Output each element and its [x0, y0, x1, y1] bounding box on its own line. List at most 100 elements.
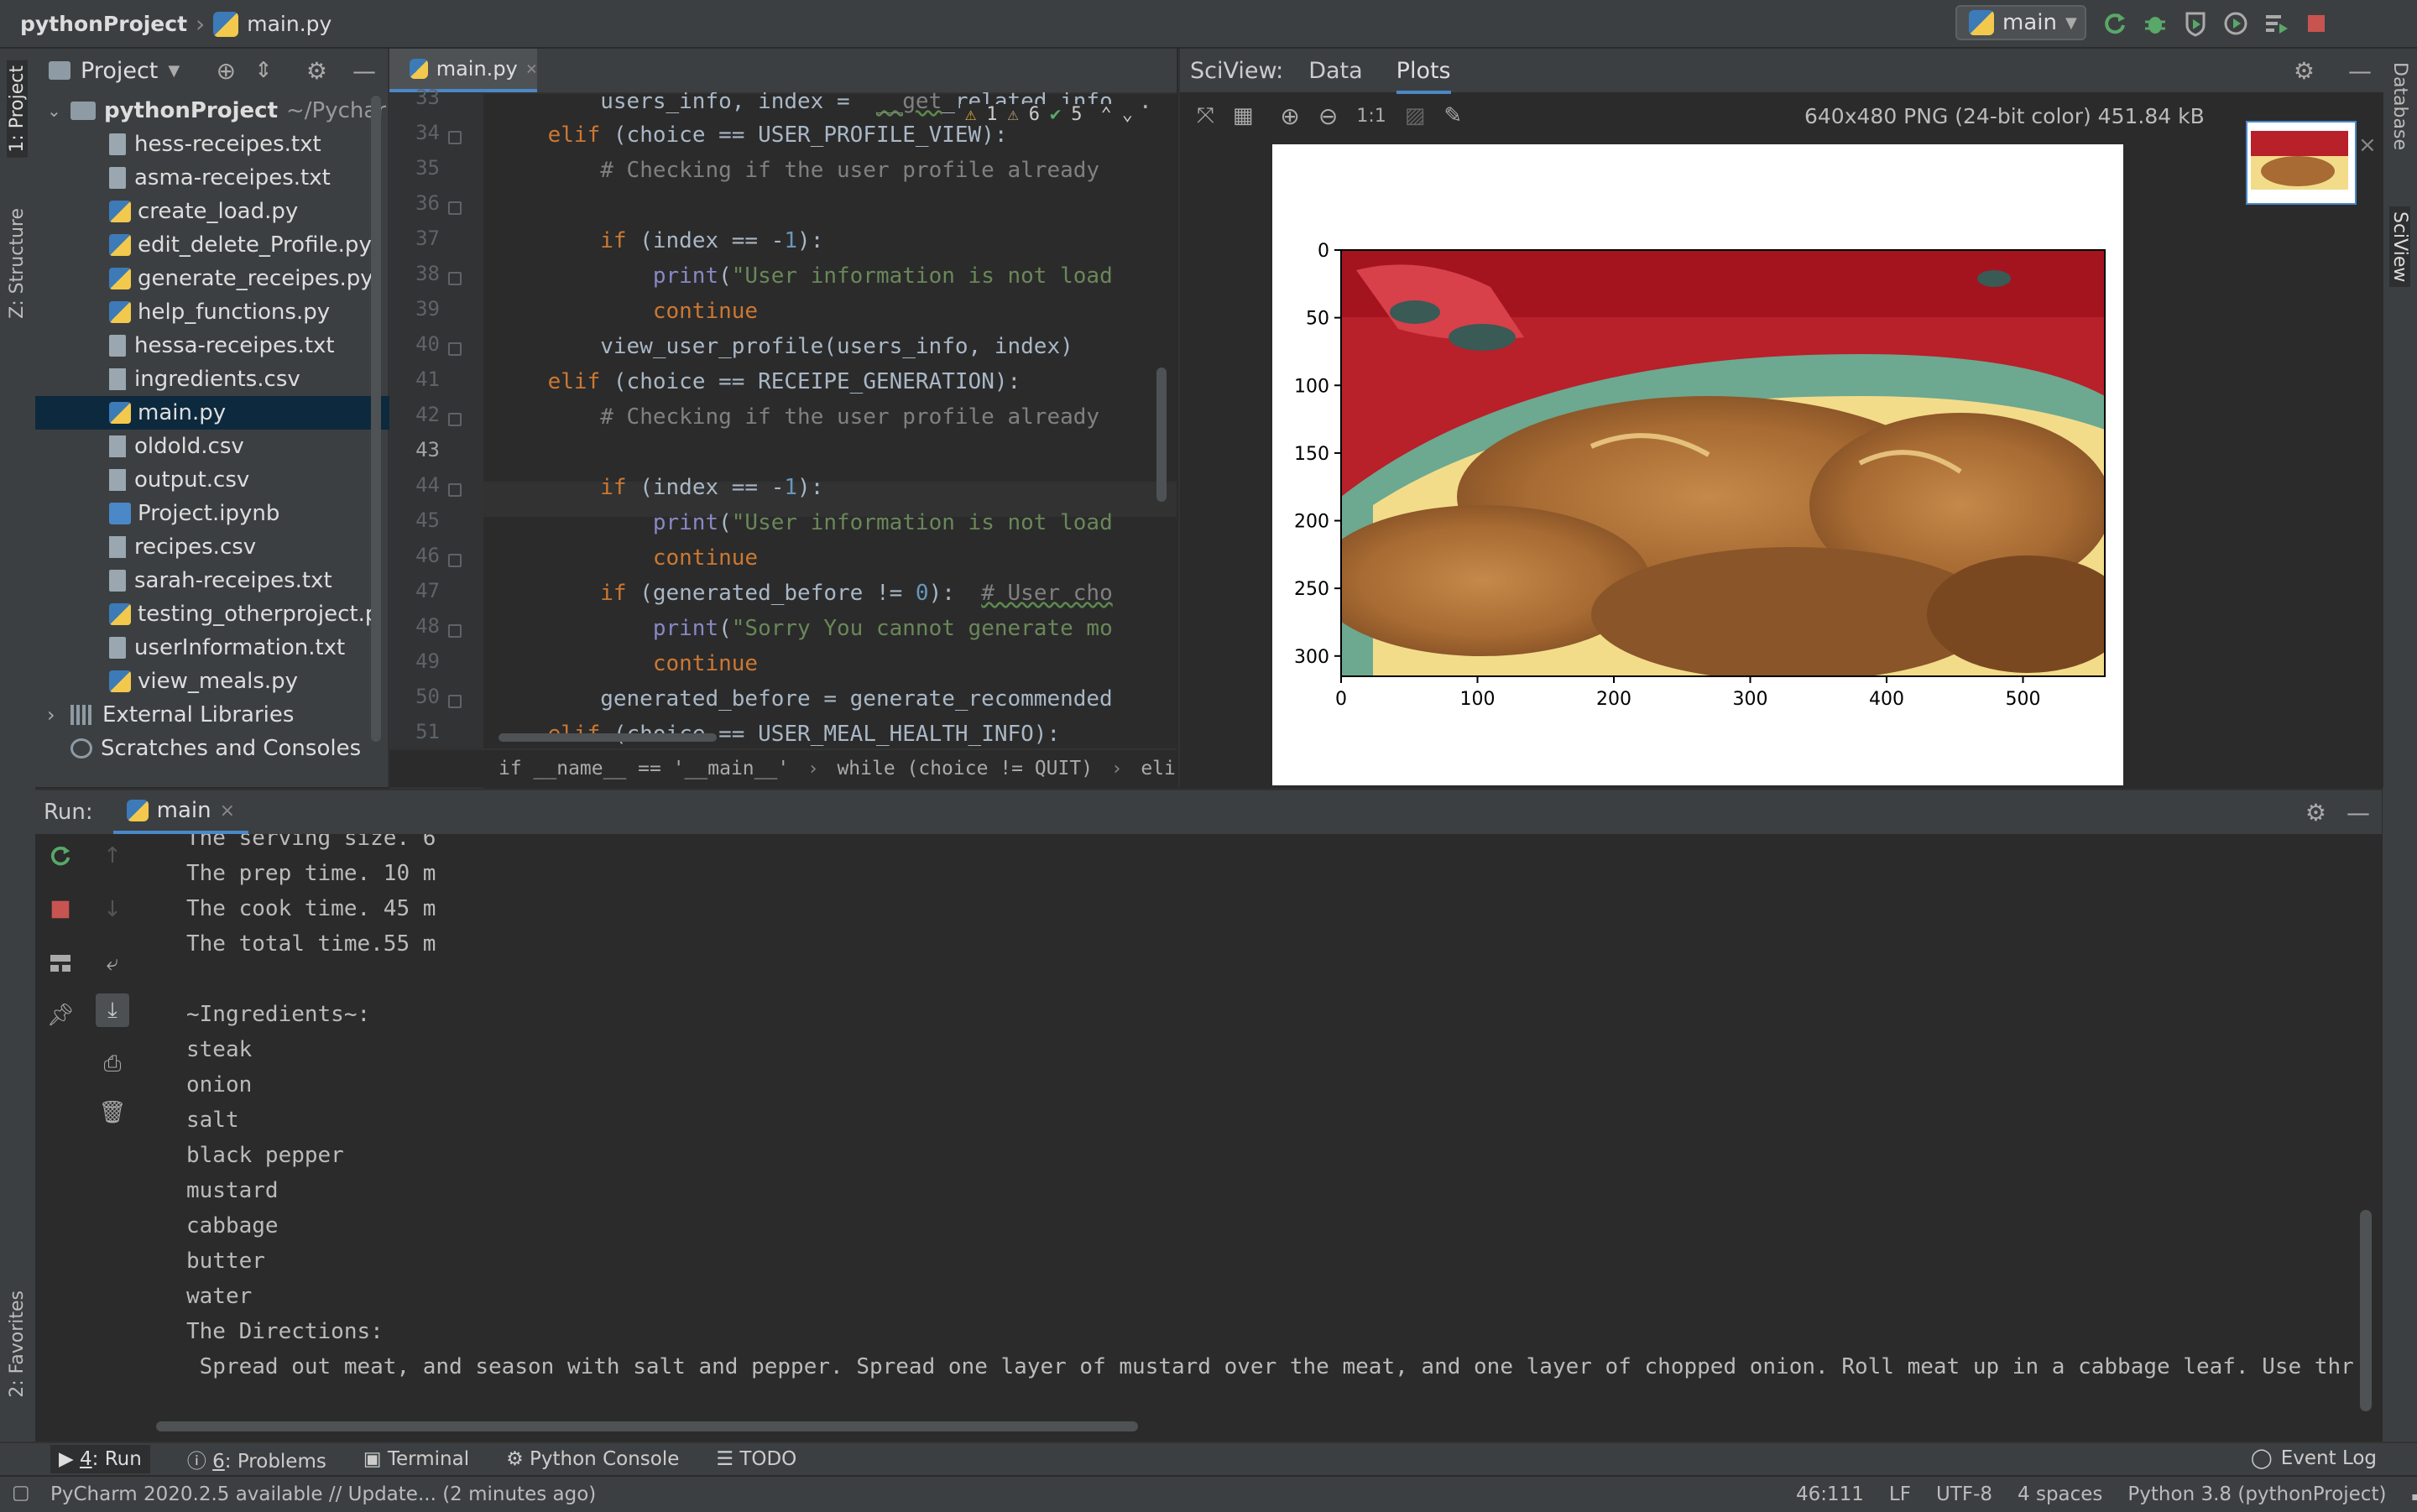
- x-tick-label: 200: [1596, 689, 1631, 710]
- tool-tab-structure[interactable]: Z: Structure: [7, 208, 28, 319]
- layout-button[interactable]: [44, 946, 77, 980]
- zoom-in-icon[interactable]: ⊕: [1280, 102, 1299, 130]
- minimize-icon[interactable]: —: [2347, 799, 2370, 826]
- actual-size-button[interactable]: 1:1: [1356, 106, 1386, 127]
- grid-icon[interactable]: ▦: [1233, 103, 1254, 128]
- run-configuration-select[interactable]: main ▼: [1955, 5, 2086, 40]
- gear-icon[interactable]: ⚙: [2294, 57, 2315, 85]
- event-log-button[interactable]: ◯ Event Log: [2251, 1442, 2377, 1475]
- console-line: cabbage: [186, 1213, 279, 1238]
- minimize-icon[interactable]: —: [352, 57, 376, 85]
- zoom-out-icon[interactable]: ⊖: [1318, 102, 1338, 130]
- breadcrumb-item[interactable]: while (choice != QUIT): [837, 758, 1093, 779]
- file-encoding[interactable]: UTF-8: [1936, 1483, 1992, 1505]
- concurrency-button[interactable]: [2259, 7, 2293, 40]
- text-file-icon: [109, 133, 126, 155]
- trash-icon[interactable]: 🗑︎: [96, 1096, 129, 1129]
- console-hscrollbar[interactable]: [156, 1421, 1138, 1431]
- food-photo: [1341, 250, 2105, 676]
- tool-tab-run[interactable]: ▶ 4: Run: [50, 1445, 150, 1473]
- scroll-to-end-icon[interactable]: ⤓: [96, 993, 129, 1027]
- python-interpreter[interactable]: Python 3.8 (pythonProject): [2127, 1483, 2386, 1505]
- tab-data[interactable]: Data: [1308, 58, 1362, 84]
- tab-plots[interactable]: Plots: [1396, 58, 1451, 94]
- arrow-down-icon[interactable]: ↓: [96, 893, 129, 926]
- tree-external-libraries[interactable]: › External Libraries: [35, 698, 399, 732]
- tree-file-label: userInformation.txt: [134, 635, 346, 660]
- gear-icon[interactable]: ⚙: [2305, 799, 2326, 826]
- breadcrumb-item[interactable]: elif (choice ==: [1141, 758, 1177, 779]
- pin-button[interactable]: 📌︎: [44, 998, 77, 1032]
- coverage-button[interactable]: [2179, 7, 2212, 40]
- tool-tab-favorites[interactable]: 2: Favorites: [7, 1290, 28, 1398]
- collapse-icon[interactable]: ⇕: [254, 58, 273, 83]
- lock-icon[interactable]: 🔓︎: [2411, 1483, 2417, 1505]
- tree-file-label: help_functions.py: [138, 300, 331, 325]
- arrow-up-icon[interactable]: ↑: [96, 839, 129, 873]
- breadcrumb-project[interactable]: pythonProject: [20, 12, 187, 36]
- text-file-icon: [109, 435, 126, 457]
- tree-root[interactable]: ⌄ pythonProject ~/Pychar: [35, 94, 399, 128]
- stop-button[interactable]: [2300, 7, 2333, 40]
- plot-thumbnail[interactable]: [2246, 121, 2357, 205]
- close-icon[interactable]: ×: [2358, 133, 2377, 158]
- warning-icon: ⚠: [965, 104, 977, 125]
- tree-file-label: main.py: [138, 400, 227, 425]
- run-tab-main[interactable]: main ×: [112, 790, 249, 834]
- stop-button[interactable]: [44, 893, 77, 926]
- weak-warning-count: 6: [1028, 104, 1040, 125]
- console-vscrollbar[interactable]: [2360, 1210, 2372, 1411]
- tool-tab-problems[interactable]: ⓘ 6: Problems: [187, 1445, 326, 1473]
- run-label: Run:: [44, 800, 93, 825]
- tree-scratches[interactable]: Scratches and Consoles: [35, 732, 423, 765]
- profiler-icon: [2224, 12, 2247, 35]
- sciview-header: SciView: Data Plots ⚙ —: [1180, 49, 2383, 94]
- color-picker-icon[interactable]: ✎: [1443, 103, 1462, 128]
- tool-tab-python-console[interactable]: ⚙ Python Console: [506, 1448, 679, 1470]
- editor-vscrollbar[interactable]: [1156, 368, 1167, 502]
- soft-wrap-icon[interactable]: ⤶: [96, 946, 129, 980]
- console-line: onion: [186, 1072, 253, 1098]
- run-header: Run: main × ⚙ —: [35, 790, 2382, 834]
- rerun-button[interactable]: [2098, 7, 2132, 40]
- breadcrumb-file[interactable]: main.py: [247, 12, 331, 36]
- inspections-widget[interactable]: ⚠ 1 ⚠ 6 ✔ 5 ⌃ ⌄: [960, 104, 1138, 125]
- tool-tab-project[interactable]: 1: Project: [7, 60, 28, 158]
- close-icon[interactable]: ×: [220, 800, 235, 821]
- debug-button[interactable]: [2138, 7, 2172, 40]
- rerun-icon: [50, 846, 70, 866]
- x-tick-label: 500: [2006, 689, 2041, 710]
- tool-tab-database[interactable]: Database: [2389, 62, 2410, 150]
- x-tick-label: 400: [1869, 689, 1904, 710]
- chevron-down-icon[interactable]: ⌄: [1122, 104, 1133, 125]
- tree-vscrollbar[interactable]: [371, 96, 381, 742]
- window-icon[interactable]: ▢: [12, 1482, 30, 1504]
- caret-position[interactable]: 46:111: [1796, 1483, 1864, 1505]
- console-line: salt: [186, 1108, 239, 1133]
- breadcrumb-item[interactable]: if __name__ == '__main__': [499, 758, 789, 779]
- status-message[interactable]: PyCharm 2020.2.5 available // Update... …: [50, 1483, 596, 1505]
- event-log-label: Event Log: [2280, 1447, 2378, 1469]
- tool-tab-terminal[interactable]: ▣ Terminal: [363, 1448, 469, 1470]
- chevron-up-icon[interactable]: ⌃: [1101, 104, 1112, 125]
- line-separator[interactable]: LF: [1889, 1483, 1911, 1505]
- print-icon[interactable]: ⎙: [96, 1047, 129, 1081]
- gear-icon[interactable]: ⚙: [306, 57, 327, 85]
- info-icon: ⓘ: [186, 1451, 213, 1473]
- rerun-button[interactable]: [44, 839, 77, 873]
- tool-tab-sciview[interactable]: SciView: [2389, 206, 2410, 288]
- code-area[interactable]: users_info, index = __get_related_info..…: [389, 92, 1177, 748]
- profile-button[interactable]: [2219, 7, 2253, 40]
- fit-screen-icon[interactable]: ⤧: [1197, 103, 1214, 129]
- minimize-icon[interactable]: —: [2348, 57, 2372, 85]
- background-icon[interactable]: ▨: [1405, 103, 1426, 128]
- editor-hscrollbar[interactable]: [499, 733, 717, 742]
- close-icon[interactable]: ×: [526, 59, 537, 80]
- ok-count: 5: [1071, 104, 1083, 125]
- tool-tab-todo[interactable]: ☰ TODO: [716, 1448, 796, 1470]
- locate-icon[interactable]: ⊕: [217, 57, 236, 85]
- console-output[interactable]: The serving size. 6 The prep time. 10 m Th…: [153, 834, 2360, 1389]
- indent-setting[interactable]: 4 spaces: [2018, 1483, 2102, 1505]
- tree-file-label: output.csv: [134, 467, 250, 493]
- project-view-title[interactable]: Project: [81, 58, 158, 84]
